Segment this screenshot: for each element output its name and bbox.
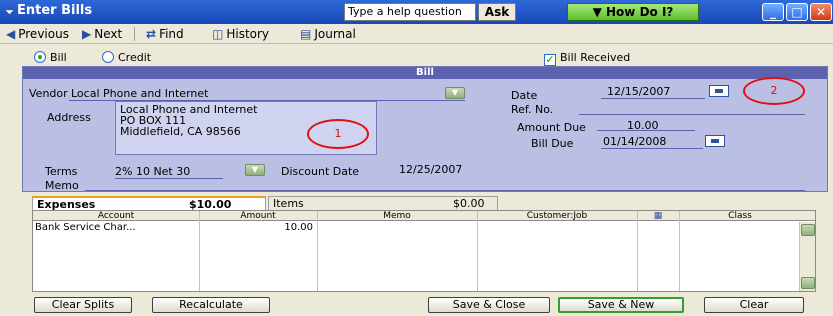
date-calendar-icon[interactable] (709, 85, 729, 97)
column-header[interactable]: Amount (199, 211, 317, 221)
date-label: Date (511, 89, 538, 102)
date-field[interactable]: 12/15/2007 (607, 85, 670, 98)
expenses-grid: Account Amount Memo Customer:Job ▦ Class… (32, 210, 816, 292)
previous-icon: ◀ (6, 27, 16, 41)
help-question-input[interactable]: Type a help question (344, 3, 476, 21)
tab-items-amount: $0.00 (453, 197, 485, 210)
ref-no-label: Ref. No. (511, 103, 554, 116)
save-new-button[interactable]: Save & New (558, 297, 684, 313)
column-header[interactable]: Account (33, 211, 199, 221)
terms-field[interactable]: 2% 10 Net 30 (115, 165, 190, 178)
maximize-button[interactable]: □ (786, 3, 808, 21)
bill-received-label: Bill Received (560, 51, 631, 64)
save-close-button[interactable]: Save & Close (428, 297, 550, 313)
vendor-label: Vendor (29, 87, 68, 100)
clear-button[interactable]: Clear (704, 297, 804, 313)
tab-expenses[interactable]: Expenses $10.00 (32, 196, 266, 211)
recalculate-button[interactable]: Recalculate (152, 297, 270, 313)
previous-button[interactable]: ◀ Previous (6, 26, 69, 42)
column-header[interactable]: Customer:Job (477, 211, 637, 221)
journal-label: Journal (314, 27, 356, 41)
find-button[interactable]: ⇄ Find (146, 26, 184, 42)
close-icon: ✕ (815, 5, 827, 19)
history-icon: ◫ (212, 27, 224, 41)
terms-underline (115, 178, 223, 179)
memo-label: Memo (45, 179, 79, 192)
toolbar: ◀ Previous ▶ Next ⇄ Find ◫ History ▤ Journal (0, 24, 833, 44)
journal-icon: ▤ (300, 27, 312, 41)
toolbar-divider (134, 27, 135, 41)
next-label: Next (94, 27, 123, 41)
bill-due-label: Bill Due (531, 137, 574, 150)
previous-label: Previous (18, 27, 69, 41)
tab-items[interactable]: Items $0.00 (268, 196, 498, 210)
memo-field[interactable] (85, 190, 805, 191)
bill-form: Bill Vendor Local Phone and Internet ▼ A… (22, 66, 828, 192)
bill-due-calendar-icon[interactable] (705, 135, 725, 147)
annotation-circle-2: 2 (743, 77, 805, 105)
credit-radio[interactable]: Credit (102, 51, 151, 64)
find-label: Find (159, 27, 184, 41)
grid-scrollbar[interactable] (799, 222, 815, 291)
annotation-circle-1: 1 (307, 119, 369, 149)
minimize-icon: _ (770, 5, 776, 19)
account-cell[interactable]: Bank Service Char... (35, 222, 136, 234)
bill-received-checkbox[interactable]: ✓ Bill Received (544, 51, 630, 66)
chevron-down-icon[interactable]: 🞃 (6, 6, 13, 17)
discount-date-value: 12/25/2007 (399, 163, 463, 176)
ref-no-field[interactable] (579, 114, 805, 115)
next-icon: ▶ (82, 27, 92, 41)
table-row[interactable]: Bank Service Char... 10.00 (33, 222, 815, 234)
history-label: History (226, 27, 270, 41)
how-do-i-button[interactable]: ▼ How Do I? (567, 3, 699, 21)
history-button[interactable]: ◫ History (212, 26, 269, 42)
bill-radio[interactable]: Bill (34, 51, 67, 64)
how-do-i-label: How Do I? (606, 5, 674, 19)
check-icon: ✓ (544, 53, 556, 66)
bill-due-underline (601, 148, 703, 149)
column-header[interactable]: Class (679, 211, 801, 221)
credit-radio-label: Credit (118, 51, 152, 64)
amount-due-underline (597, 130, 695, 131)
find-icon: ⇄ (146, 27, 157, 41)
grid-header: Account Amount Memo Customer:Job ▦ Class (33, 211, 815, 221)
vendor-dropdown-button[interactable]: ▼ (445, 87, 465, 99)
credit-radio-dot (102, 51, 114, 63)
clear-splits-button[interactable]: Clear Splits (34, 297, 132, 313)
window-titlebar: 🞃 Enter Bills Type a help question Ask ▼ … (0, 0, 833, 24)
window-title: 🞃 Enter Bills (6, 3, 92, 18)
column-header[interactable]: Memo (317, 211, 477, 221)
vendor-field[interactable]: Local Phone and Internet (71, 87, 208, 100)
amount-cell[interactable]: 10.00 (199, 222, 313, 234)
tab-items-label: Items (273, 197, 304, 210)
bill-radio-dot (34, 51, 46, 63)
grid-settings-icon[interactable]: ▦ (637, 211, 679, 221)
ask-button[interactable]: Ask (478, 3, 516, 21)
discount-date-label: Discount Date (281, 165, 360, 178)
next-button[interactable]: ▶ Next (82, 26, 122, 42)
maximize-icon: □ (791, 5, 803, 19)
bill-radio-label: Bill (50, 51, 67, 64)
minimize-button[interactable]: _ (762, 3, 784, 21)
terms-label: Terms (45, 165, 78, 178)
amount-due-label: Amount Due (517, 121, 586, 134)
terms-dropdown-button[interactable]: ▼ (245, 164, 265, 176)
scroll-down-icon[interactable] (801, 277, 815, 289)
journal-button[interactable]: ▤ Journal (300, 26, 356, 42)
bill-due-field[interactable]: 01/14/2008 (603, 135, 666, 148)
form-header: Bill (23, 67, 827, 79)
window-title-text: Enter Bills (17, 3, 93, 18)
address-label: Address (47, 111, 91, 124)
date-underline (601, 98, 705, 99)
scroll-up-icon[interactable] (801, 224, 815, 236)
close-button[interactable]: ✕ (810, 3, 832, 21)
